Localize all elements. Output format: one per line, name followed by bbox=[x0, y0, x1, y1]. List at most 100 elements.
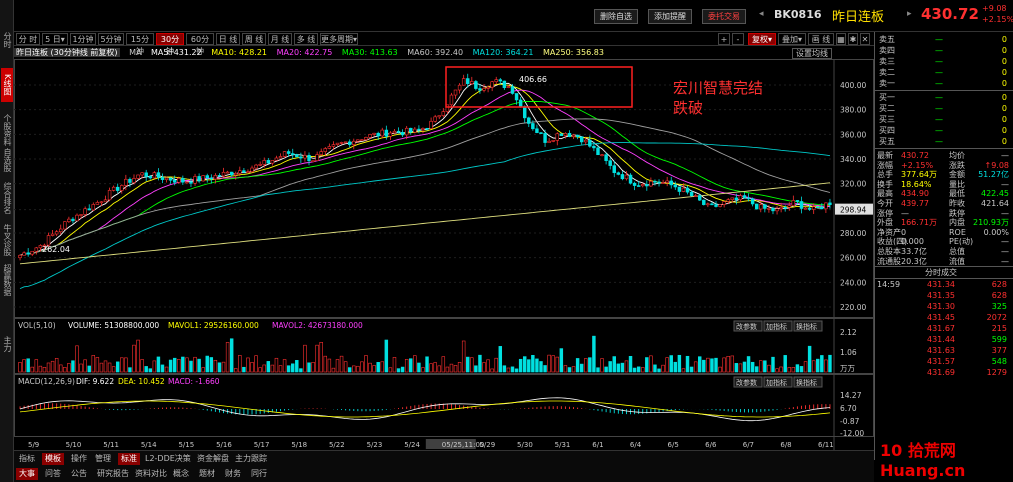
candle-body bbox=[706, 203, 710, 206]
tab-events[interactable]: 大事 bbox=[16, 468, 38, 480]
tab-finance[interactable]: 财务 bbox=[222, 468, 244, 480]
tab-l2-dde[interactable]: L2-DDE决策 bbox=[142, 453, 194, 465]
period-1min[interactable]: 1分钟 bbox=[70, 33, 96, 45]
tab-theme[interactable]: 题材 bbox=[196, 468, 218, 480]
volume-bar bbox=[535, 358, 539, 373]
tick-volume: 599 bbox=[991, 335, 1007, 345]
tab-peers[interactable]: 同行 bbox=[248, 468, 270, 480]
remove-watchlist-button[interactable]: 删除自选 bbox=[594, 9, 638, 24]
period-5day[interactable]: 5 日▾ bbox=[42, 33, 68, 45]
candle-body bbox=[803, 207, 808, 210]
candle-body bbox=[474, 81, 478, 89]
candle-body bbox=[494, 79, 498, 83]
tab-compare[interactable]: 资料对比 bbox=[132, 468, 170, 480]
left-tab-kline[interactable]: K线图 bbox=[1, 68, 13, 102]
adjust-dropdown[interactable]: 复权▾ bbox=[748, 33, 776, 45]
add-alert-button[interactable]: 添加提醒 bbox=[648, 9, 692, 24]
date-tick-label: 6/5 bbox=[668, 441, 679, 449]
grid-icon[interactable]: ▦ bbox=[836, 33, 846, 45]
bid-row: 买一 — 0 bbox=[875, 92, 1013, 103]
price-tick-label: 380.00 bbox=[840, 106, 866, 115]
period-30min[interactable]: 30分钟 bbox=[156, 33, 184, 56]
period-multi[interactable]: 多 线 bbox=[294, 33, 318, 45]
overlay-dropdown[interactable]: 叠加▾ bbox=[778, 33, 806, 45]
candle-body bbox=[311, 160, 315, 162]
tab-concept[interactable]: 概念 bbox=[170, 468, 192, 480]
left-tab-data[interactable]: 超赢数据 bbox=[1, 262, 13, 298]
period-60min[interactable]: 60分钟 bbox=[186, 33, 214, 56]
candle-body bbox=[372, 132, 376, 135]
tab-manage[interactable]: 管理 bbox=[92, 453, 114, 465]
left-tab-diagnose[interactable]: 牛叉诊股 bbox=[1, 222, 13, 258]
period-more-dropdown[interactable]: 更多周期▾ bbox=[320, 33, 358, 45]
tab-operation[interactable]: 操作 bbox=[68, 453, 90, 465]
chevron-right-icon[interactable]: ▸ bbox=[907, 9, 912, 19]
candle-body bbox=[34, 247, 39, 252]
period-timeshare[interactable]: 分 时 bbox=[16, 33, 40, 45]
candle-body bbox=[816, 206, 820, 208]
ma-settings-button[interactable]: 设置均线 bbox=[792, 48, 832, 59]
volume-bar bbox=[738, 363, 743, 373]
chevron-left-icon[interactable]: ◂ bbox=[759, 9, 764, 19]
candle-body bbox=[352, 140, 356, 145]
volume-bar bbox=[421, 367, 425, 373]
candle-body bbox=[522, 106, 527, 119]
ask-row: 卖三 — 0 bbox=[875, 56, 1013, 67]
price-tick-label: 220.00 bbox=[840, 303, 866, 312]
candle-body bbox=[543, 133, 547, 143]
candle-body bbox=[433, 116, 437, 122]
zoom-out-button[interactable]: - bbox=[732, 33, 744, 45]
volume-bar bbox=[441, 356, 446, 373]
candle-body bbox=[254, 164, 258, 169]
trade-button[interactable]: 委托交易 bbox=[702, 9, 746, 24]
price-tick-label: 400.00 bbox=[840, 81, 866, 90]
candle-body bbox=[18, 254, 22, 259]
candle-body bbox=[91, 204, 96, 211]
tab-announcement[interactable]: 公告 bbox=[68, 468, 90, 480]
left-tab-profile[interactable]: 个股资料 bbox=[1, 110, 13, 150]
date-tick-label: 5/29 bbox=[479, 441, 495, 449]
volume-axis-mid: 1.06 bbox=[840, 348, 857, 357]
period-15min[interactable]: 15分钟 bbox=[126, 33, 154, 56]
candle-body bbox=[824, 202, 828, 210]
tab-standard[interactable]: 标准 bbox=[118, 453, 140, 465]
tab-capital[interactable]: 资金解盘 bbox=[194, 453, 232, 465]
tab-qa[interactable]: 问答 bbox=[42, 468, 64, 480]
close-icon[interactable]: ✕ bbox=[860, 33, 870, 45]
period-month[interactable]: 月 线 bbox=[268, 33, 292, 45]
volume-bar bbox=[746, 356, 751, 373]
zoom-in-button[interactable]: + bbox=[718, 33, 730, 45]
candle-body bbox=[486, 86, 490, 89]
left-tab-timeshare[interactable]: 分时 bbox=[1, 28, 13, 52]
volume-bar bbox=[282, 359, 287, 373]
tab-template[interactable]: 模板 bbox=[42, 453, 64, 465]
tab-indicator[interactable]: 指标 bbox=[16, 453, 38, 465]
candle-body bbox=[87, 208, 91, 211]
volume-bar bbox=[95, 357, 100, 373]
volume-bar bbox=[754, 366, 759, 373]
left-tab-main[interactable]: 主力 bbox=[1, 332, 13, 356]
period-week[interactable]: 周 线 bbox=[242, 33, 266, 45]
candle-body bbox=[771, 208, 775, 212]
candle-body bbox=[730, 197, 735, 200]
left-tab-watchlist[interactable]: 自选股 bbox=[1, 146, 13, 174]
stat-value: — bbox=[1001, 256, 1009, 266]
annotation-line-1: 宏川智慧完结 bbox=[673, 79, 764, 97]
left-tab-ranking[interactable]: 综合排名 bbox=[1, 180, 13, 216]
candle-body bbox=[152, 172, 157, 179]
volume-bar bbox=[510, 366, 515, 373]
volume-bar bbox=[347, 367, 352, 373]
date-tick-label: 5/11 bbox=[103, 441, 119, 449]
tab-research[interactable]: 研究报告 bbox=[94, 468, 132, 480]
period-day[interactable]: 日 线 bbox=[216, 33, 240, 45]
candle-body bbox=[653, 180, 657, 183]
period-5min[interactable]: 5分钟 bbox=[98, 33, 124, 45]
draw-line-button[interactable]: 画 线 bbox=[808, 33, 834, 45]
tick-volume: 548 bbox=[991, 357, 1007, 367]
volume-bar bbox=[685, 355, 690, 373]
candle-body bbox=[380, 129, 384, 137]
tick-row: 431.67 215 bbox=[875, 323, 1013, 334]
tab-main-force[interactable]: 主力跟踪 bbox=[232, 453, 270, 465]
settings-icon[interactable]: ✱ bbox=[848, 33, 858, 45]
volume-bars bbox=[18, 335, 832, 373]
